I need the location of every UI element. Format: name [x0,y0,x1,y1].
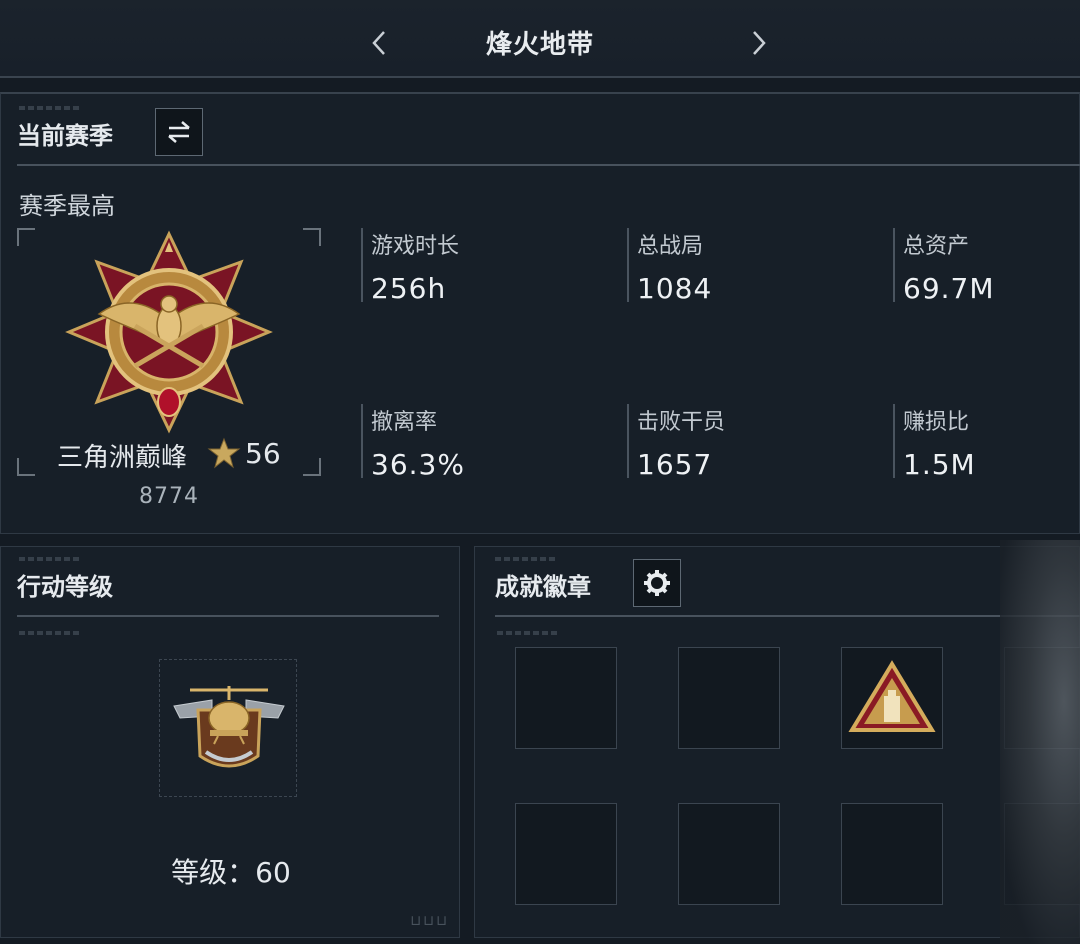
divider [495,615,1080,617]
season-subtitle: 赛季最高 [19,192,115,220]
badge-slot-2[interactable] [678,647,780,749]
badge-slot-7[interactable] [841,803,943,905]
swap-button[interactable] [155,108,203,156]
star-icon [207,437,241,469]
decor-lines [19,106,79,110]
badge-slot-5[interactable] [515,803,617,905]
rank-score: 8774 [139,484,199,509]
mode-title: 烽火地带 [485,30,594,60]
divider [17,615,439,617]
badge-slot-1[interactable] [515,647,617,749]
stat-total-assets: 总资产 69.7M [893,228,995,305]
rank-stars-count: 56 [245,437,281,470]
helicopter-emblem-icon [173,686,285,768]
chevron-right-icon[interactable] [748,28,770,58]
section-title-season: 当前赛季 [17,122,113,150]
badge-slot-3[interactable] [841,647,943,749]
stat-total-matches: 总战局 1084 [627,228,712,305]
rank-emblem-icon [65,230,273,434]
stat-play-time: 游戏时长 256h [361,228,459,305]
stat-operators-defeated: 击败干员 1657 [627,404,725,481]
top-bar: 烽火地带 [0,0,1080,78]
section-title-action-level: 行动等级 [17,573,113,601]
action-level-panel: 行动等级 等级：60 ⊔⊔⊔ [0,546,460,938]
badge-slot-6[interactable] [678,803,780,905]
stat-extraction-rate: 撤离率 36.3% [361,404,465,481]
stat-profit-loss-ratio: 赚损比 1.5M [893,404,976,481]
achievements-settings-button[interactable] [633,559,681,607]
section-title-achievements: 成就徽章 [495,573,591,601]
character-figure [1000,540,1080,944]
rank-name: 三角洲巅峰 [57,443,188,473]
divider [17,164,1080,166]
level-emblem-frame [159,659,297,797]
gear-icon [644,570,670,596]
pyramid-badge-icon [848,660,936,732]
achievements-panel: 成就徽章 [474,546,1080,938]
swap-arrows-icon [168,121,190,143]
season-panel: 当前赛季 赛季最高 三角洲巅峰 56 8774 游戏时长 256h 总战局 10… [0,92,1080,534]
action-level-value: 等级：60 [171,856,291,889]
